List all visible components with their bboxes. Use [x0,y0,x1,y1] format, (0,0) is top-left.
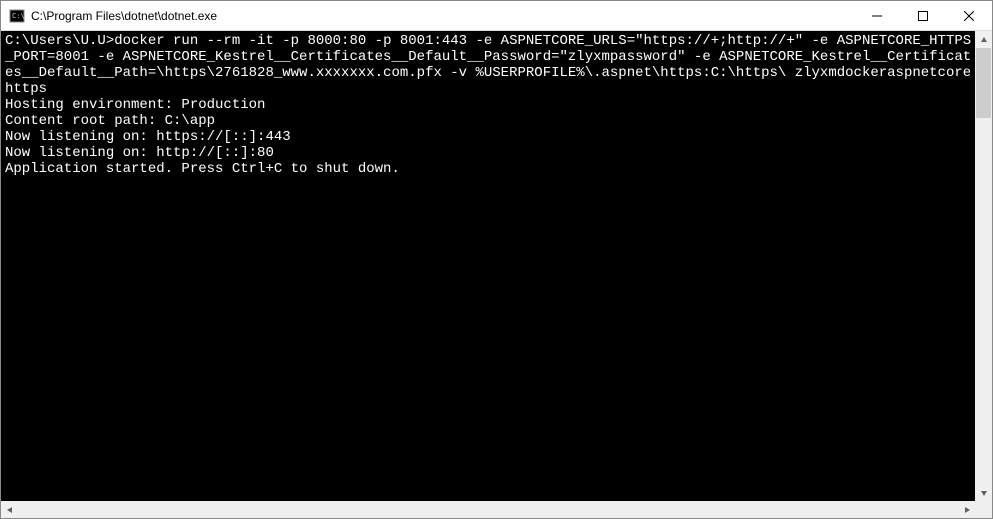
minimize-button[interactable] [854,1,900,30]
console-app-icon: C:\ [9,8,25,24]
scroll-track-horizontal[interactable] [18,501,958,518]
close-button[interactable] [946,1,992,30]
window-controls [854,1,992,30]
scroll-left-arrow-icon[interactable] [1,501,18,518]
output-line: Now listening on: http://[::]:80 [5,145,973,161]
prompt: C:\Users\U.U> [5,33,114,49]
command-line: C:\Users\U.U>docker run --rm -it -p 8000… [5,33,973,97]
window-titlebar: C:\ C:\Program Files\dotnet\dotnet.exe [1,1,992,31]
output-line: Hosting environment: Production [5,97,973,113]
output-line: Now listening on: https://[::]:443 [5,129,973,145]
maximize-button[interactable] [900,1,946,30]
terminal-output[interactable]: C:\Users\U.U>docker run --rm -it -p 8000… [1,31,975,501]
vertical-scrollbar[interactable] [975,31,992,501]
scroll-right-arrow-icon[interactable] [958,501,975,518]
output-line: Application started. Press Ctrl+C to shu… [5,161,973,177]
scroll-down-arrow-icon[interactable] [975,484,992,501]
scroll-up-arrow-icon[interactable] [975,31,992,48]
output-line: Content root path: C:\app [5,113,973,129]
scroll-corner [975,501,992,518]
command-text: docker run --rm -it -p 8000:80 -p 8001:4… [5,33,971,97]
terminal-container: C:\Users\U.U>docker run --rm -it -p 8000… [1,31,992,518]
svg-text:C:\: C:\ [12,12,25,20]
scroll-track-vertical[interactable] [975,48,992,484]
scroll-thumb-vertical[interactable] [976,48,991,118]
window-title: C:\Program Files\dotnet\dotnet.exe [31,9,854,23]
horizontal-scrollbar[interactable] [1,501,975,518]
